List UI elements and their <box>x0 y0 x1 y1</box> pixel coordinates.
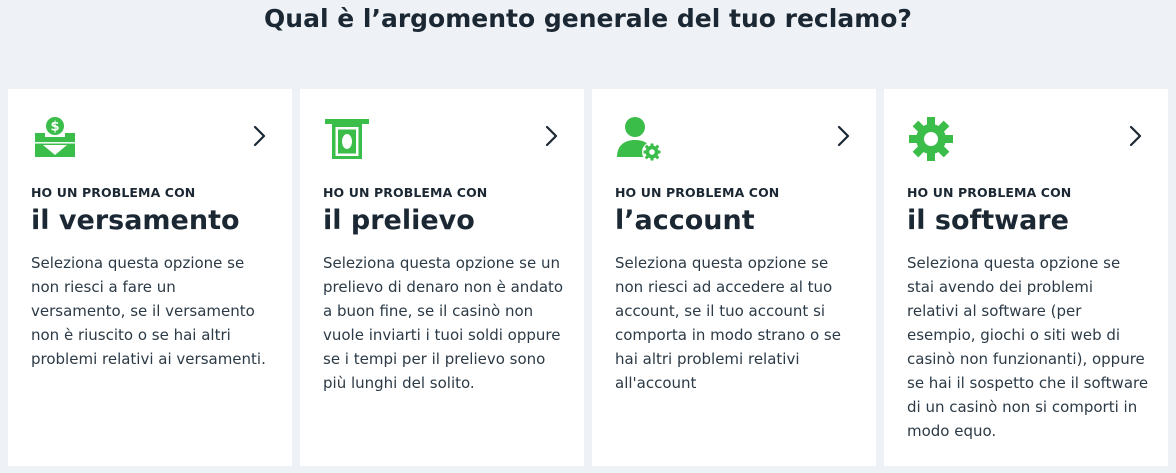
card-kicker: HO UN PROBLEMA CON <box>31 185 196 200</box>
chevron-right-icon[interactable] <box>837 125 851 147</box>
deposit-icon: $ <box>35 117 75 157</box>
account-icon <box>617 117 662 162</box>
topic-card-withdrawal[interactable]: HO UN PROBLEMA CON il prelievo Seleziona… <box>300 89 584 466</box>
card-heading: l’account <box>615 205 755 236</box>
withdrawal-icon <box>325 119 369 159</box>
card-kicker: HO UN PROBLEMA CON <box>323 185 488 200</box>
card-description: Seleziona questa opzione se non riesci a… <box>31 254 266 368</box>
topic-card-software[interactable]: HO UN PROBLEMA CON il software Seleziona… <box>884 89 1168 466</box>
card-heading: il versamento <box>31 205 240 236</box>
chevron-right-icon[interactable] <box>1129 125 1143 147</box>
topic-card-account[interactable]: HO UN PROBLEMA CON l’account Seleziona q… <box>592 89 876 466</box>
card-kicker: HO UN PROBLEMA CON <box>615 185 780 200</box>
card-heading: il prelievo <box>323 205 475 236</box>
chevron-right-icon[interactable] <box>545 125 559 147</box>
card-description: Seleziona questa opzione se non riesci a… <box>615 254 841 392</box>
page-title: Qual è l’argomento generale del tuo recl… <box>264 4 912 33</box>
card-description: Seleziona questa opzione se stai avendo … <box>907 254 1149 440</box>
card-heading: il software <box>907 205 1069 236</box>
chevron-right-icon[interactable] <box>253 125 267 147</box>
topic-card-deposit[interactable]: $ HO UN PROBLEMA CON il versamento Selez… <box>8 89 292 466</box>
card-description: Seleziona questa opzione se un prelievo … <box>323 254 564 392</box>
gear-icon <box>909 117 953 161</box>
topic-cards: $ HO UN PROBLEMA CON il versamento Selez… <box>8 89 1168 466</box>
card-kicker: HO UN PROBLEMA CON <box>907 185 1072 200</box>
svg-text:$: $ <box>50 120 59 135</box>
